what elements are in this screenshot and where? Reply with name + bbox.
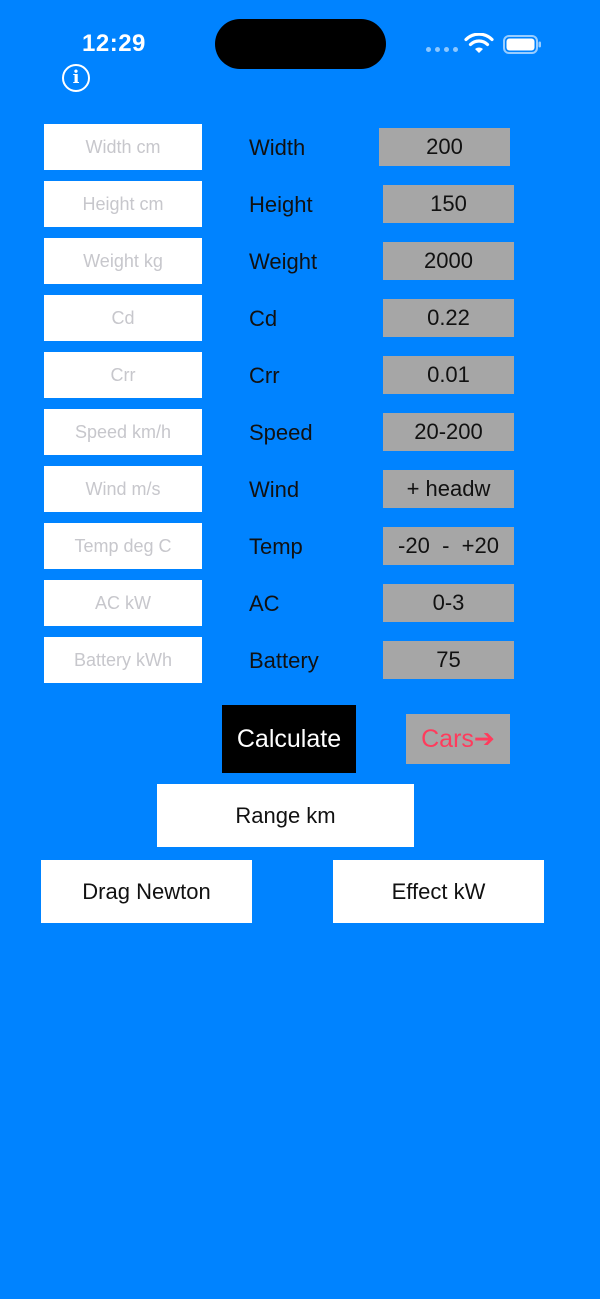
cd-value: 0.22 [383,299,514,337]
height-value: 150 [383,185,514,223]
speed-label: Speed [249,420,313,445]
temp-label: Temp [249,534,303,559]
cellular-signal-icon [426,47,458,52]
temp-input[interactable] [44,523,202,569]
crr-label: Crr [249,363,280,388]
wifi-icon [464,33,494,53]
battery-input[interactable] [44,637,202,683]
speed-input[interactable] [44,409,202,455]
width-input[interactable] [44,124,202,170]
crr-value: 0.01 [383,356,514,394]
speed-value: 20-200 [383,413,514,451]
wind-input[interactable] [44,466,202,512]
dynamic-island [215,19,386,69]
cars-button[interactable]: Cars➔ [406,714,510,764]
ac-label: AC [249,591,280,616]
effect-output: Effect kW [333,860,544,923]
drag-output: Drag Newton [41,860,252,923]
width-value: 200 [379,128,510,166]
weight-label: Weight [249,249,318,274]
status-time: 12:29 [82,30,146,57]
cd-input[interactable] [44,295,202,341]
width-label: Width [249,135,306,160]
battery-icon [503,35,541,54]
weight-value: 2000 [383,242,514,280]
cd-label: Cd [249,306,278,331]
temp-value: -20 - +20 [383,527,514,565]
wind-value: + headw [383,470,514,508]
ac-input[interactable] [44,580,202,626]
ac-value: 0-3 [383,584,514,622]
weight-input[interactable] [44,238,202,284]
range-output: Range km [157,784,414,847]
battery-value: 75 [383,641,514,679]
calculate-button[interactable]: Calculate [222,705,356,773]
crr-input[interactable] [44,352,202,398]
info-icon[interactable]: i [62,64,90,92]
wind-label: Wind [249,477,300,502]
height-input[interactable] [44,181,202,227]
battery-label: Battery [249,648,319,673]
height-label: Height [249,192,313,217]
